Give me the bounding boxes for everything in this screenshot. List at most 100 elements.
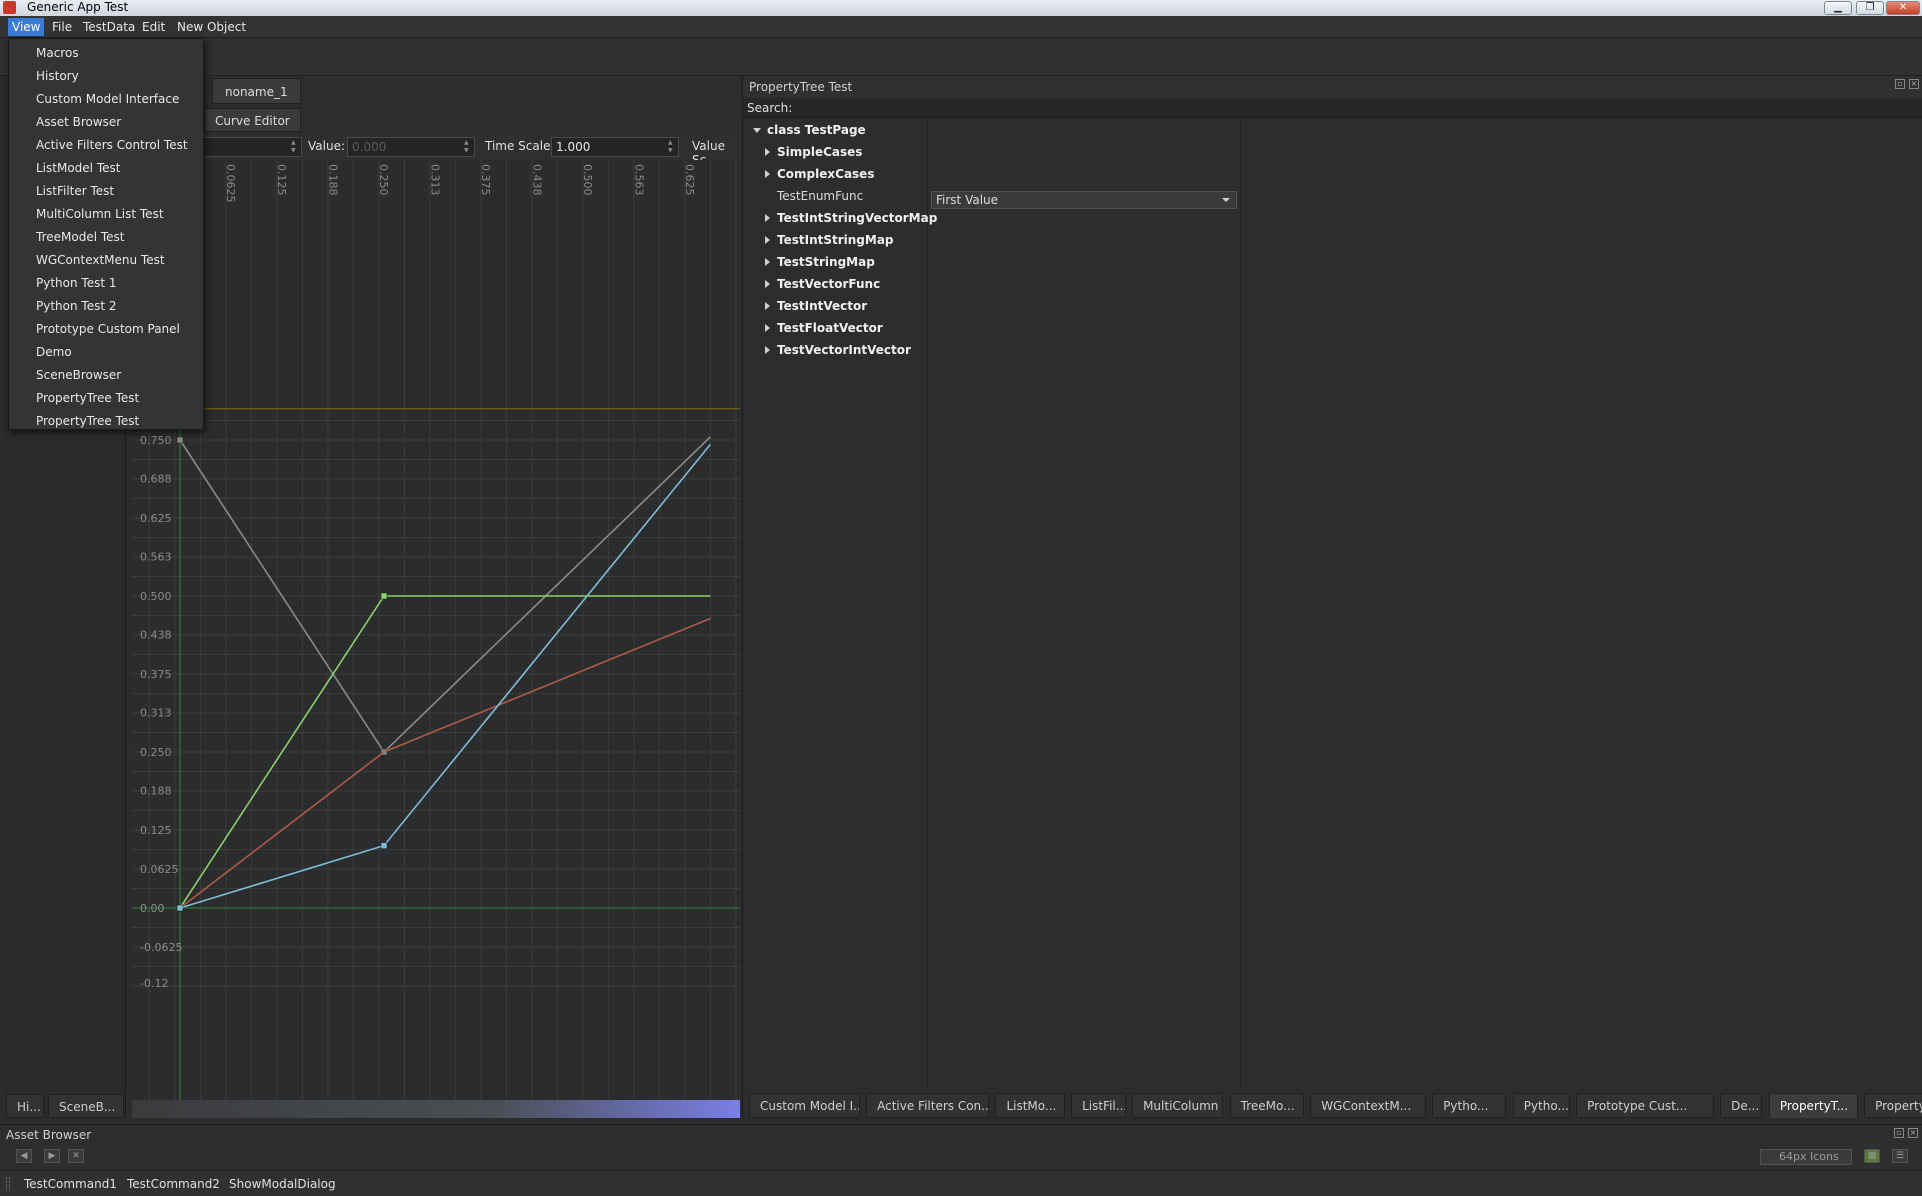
panel-tab[interactable]: WGContextM... (1310, 1093, 1426, 1118)
menu-item-asset-browser[interactable]: Asset Browser (10, 111, 202, 134)
testcommand1-button[interactable]: TestCommand1 (24, 1175, 117, 1193)
expand-right-icon (765, 148, 770, 156)
window-title: Generic App Test (27, 0, 129, 14)
expand-down-icon (753, 128, 761, 133)
curve-editor-panel: noname_1 Curve Editor ▲ ▼ Value: 0.000 ▲ ▼ … (132, 76, 740, 1118)
panel-tab[interactable]: TreeMo... (1229, 1093, 1304, 1118)
panel-tab[interactable]: Custom Model I... (749, 1093, 860, 1118)
menu-new-object[interactable]: New Object (173, 18, 250, 36)
menu-item-propertytree-test[interactable]: PropertyTree Test (10, 387, 202, 410)
menu-item-listmodel-test[interactable]: ListModel Test (10, 157, 202, 180)
close-panel-icon[interactable]: × (1908, 1128, 1918, 1138)
y-tick-label: 0.00 (140, 902, 165, 915)
tree-item-teststringmap[interactable]: TestStringMap (765, 251, 875, 273)
close-window-button[interactable]: ✕ (1886, 1, 1920, 15)
close-panel-icon[interactable]: × (1909, 79, 1919, 89)
curve-graph[interactable]: 0.750 0.688 0.625 0.563 0.500 0.438 0.375 0.313… (132, 160, 740, 1118)
menu-file[interactable]: File (48, 18, 76, 36)
tab-noname-1[interactable]: noname_1 (212, 78, 301, 104)
dock-tab-scenebrowser[interactable]: SceneB... (48, 1094, 124, 1118)
x-tick-label: 0.313 (428, 164, 441, 196)
menu-item-history[interactable]: History (10, 65, 202, 88)
y-tick-label: -0.12 (140, 977, 168, 990)
grid-view-icon[interactable]: ▦ (1864, 1149, 1880, 1163)
panel-tab[interactable]: ListFil... (1071, 1093, 1126, 1118)
menu-item-multicolumn-list-test[interactable]: MultiColumn List Test (10, 203, 202, 226)
close-small-icon[interactable]: ✕ (68, 1149, 84, 1163)
y-tick-label: 0.625 (140, 512, 172, 525)
title-bar: Generic App Test ▁ ❐ ✕ (0, 0, 1922, 16)
tree-item-testenumfunc: TestEnumFunc (777, 189, 864, 203)
showmodaldialog-button[interactable]: ShowModalDialog (229, 1175, 336, 1193)
time-scale-field[interactable]: 1.000 ▲ ▼ (551, 137, 679, 157)
menu-item-demo[interactable]: Demo (10, 341, 202, 364)
menu-item-macros[interactable]: Macros (10, 42, 202, 65)
tree-item-testintstringvectormap[interactable]: TestIntStringVectorMap (765, 207, 937, 229)
menu-item-propertytree-test[interactable]: PropertyTree Test (10, 410, 202, 433)
menu-item-python-test-2[interactable]: Python Test 2 (10, 295, 202, 318)
tab-curve-editor[interactable]: Curve Editor (204, 108, 301, 132)
expand-right-icon (765, 214, 770, 222)
panel-tab[interactable]: Pytho... (1432, 1093, 1507, 1118)
curve-keyframe (176, 904, 184, 912)
panel-tab[interactable]: Active Filters Con... (866, 1093, 989, 1118)
panel-tab[interactable]: PropertyT... (1768, 1093, 1858, 1118)
back-icon[interactable]: ◀ (16, 1149, 32, 1163)
x-tick-label: 0.625 (683, 164, 696, 196)
tree-root[interactable]: class TestPage (753, 119, 866, 141)
panel-tab[interactable]: De... (1720, 1093, 1763, 1118)
panel-tab[interactable]: Pytho... (1512, 1093, 1570, 1118)
tree-item-testintvector[interactable]: TestIntVector (765, 295, 867, 317)
menu-item-wgcontextmenu-test[interactable]: WGContextMenu Test (10, 249, 202, 272)
search-label[interactable]: Search: (743, 98, 1922, 118)
restore-button[interactable]: ❐ (1856, 1, 1884, 15)
tree-item-complexcases[interactable]: ComplexCases (765, 163, 874, 185)
chevron-down-icon (1222, 198, 1230, 202)
time-scale-label: Time Scale: (485, 139, 555, 153)
menu-item-python-test-1[interactable]: Python Test 1 (10, 272, 202, 295)
testcommand2-button[interactable]: TestCommand2 (127, 1175, 220, 1193)
menu-item-prototype-custom-panel[interactable]: Prototype Custom Panel (10, 318, 202, 341)
minimize-button[interactable]: ▁ (1824, 1, 1852, 15)
tree-item-testvectorfunc[interactable]: TestVectorFunc (765, 273, 880, 295)
y-tick-label: 0.375 (140, 668, 172, 681)
tree-item-testfloatvector[interactable]: TestFloatVector (765, 317, 883, 339)
menu-item-scenebrowser[interactable]: SceneBrowser (10, 364, 202, 387)
enum-value-dropdown[interactable]: First Value (931, 191, 1237, 209)
value-field[interactable]: 0.000 ▲ ▼ (347, 137, 475, 157)
expand-right-icon (765, 346, 770, 354)
float-panel-icon[interactable]: ▫ (1895, 79, 1905, 89)
menu-testdata[interactable]: TestData (79, 18, 139, 36)
menu-item-listfilter-test[interactable]: ListFilter Test (10, 180, 202, 203)
menu-item-custom-model-interface[interactable]: Custom Model Interface (10, 88, 202, 111)
y-tick-label: 0.438 (140, 629, 172, 642)
tree-item-testintstringmap[interactable]: TestIntStringMap (765, 229, 894, 251)
expand-right-icon (765, 302, 770, 310)
dock-tab-history[interactable]: Hi... (6, 1094, 44, 1118)
forward-icon[interactable]: ▶ (44, 1149, 60, 1163)
x-tick-label: 0.375 (479, 164, 492, 196)
curve-toolbar: ▲ ▼ Value: 0.000 ▲ ▼ Time Scale: 1.000 ▲ ▼ Va… (132, 134, 740, 167)
expand-right-icon (765, 280, 770, 288)
panel-tab[interactable]: Prototype Cust... (1576, 1093, 1714, 1118)
menu-view[interactable]: View (8, 18, 45, 36)
panel-tab[interactable]: MultiColumn ... (1132, 1093, 1224, 1118)
toolbar-grip (6, 1177, 10, 1191)
menu-item-active-filters-control-test[interactable]: Active Filters Control Test (10, 134, 202, 157)
menu-item-treemodel-test[interactable]: TreeModel Test (10, 226, 202, 249)
float-panel-icon[interactable]: ▫ (1894, 1128, 1904, 1138)
menu-edit[interactable]: Edit (138, 18, 169, 36)
tree-item-testvectorintvector[interactable]: TestVectorIntVector (765, 339, 911, 361)
y-tick-label: 0.313 (140, 707, 172, 720)
tree-item-simplecases[interactable]: SimpleCases (765, 141, 862, 163)
icon-size-select[interactable]: 64px Icons (1760, 1149, 1852, 1165)
y-tick-label: 0.125 (140, 824, 172, 837)
list-view-icon[interactable]: ☰ (1892, 1149, 1908, 1163)
timeline-strip[interactable] (132, 1100, 740, 1118)
curve-keyframe (380, 842, 388, 849)
y-tick-label: 0.188 (140, 785, 172, 798)
status-bar: TestCommand1 TestCommand2 ShowModalDialo… (0, 1170, 1922, 1196)
panel-tab[interactable]: ListMo... (995, 1093, 1065, 1118)
expand-right-icon (765, 324, 770, 332)
panel-tab[interactable]: PropertyT... (1864, 1093, 1922, 1118)
